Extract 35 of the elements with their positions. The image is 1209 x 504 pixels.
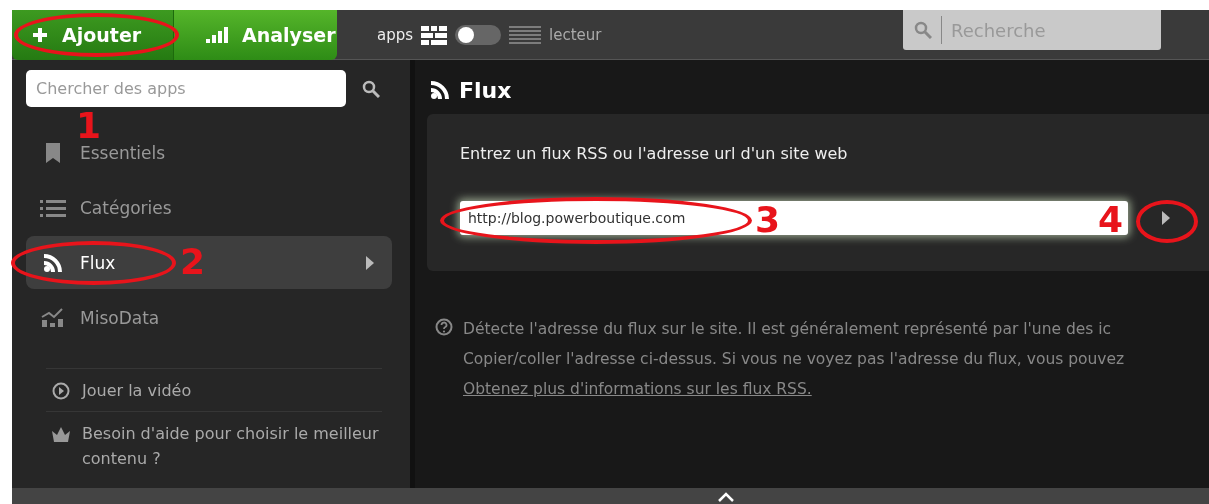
app-search-field[interactable]: Chercher des apps xyxy=(26,70,346,107)
view-switch[interactable] xyxy=(455,25,502,45)
chevron-up-icon xyxy=(717,492,734,502)
caret-right-icon xyxy=(366,255,374,270)
search-icon xyxy=(362,79,380,98)
add-button[interactable]: Ajouter xyxy=(12,10,173,60)
crown-icon xyxy=(52,425,70,442)
annotation-ellipse xyxy=(1136,200,1198,243)
help-text: Copier/coller l'adresse ci-dessus. Si vous ne voyez pas l'adresse du flux, vous pouvez xyxy=(463,349,1125,370)
video-link[interactable]: Jouer la vidéo xyxy=(82,378,192,403)
chart-icon xyxy=(40,308,66,327)
plus-icon xyxy=(32,27,48,43)
annotation-number: 2 xyxy=(180,244,206,280)
bar-chart-icon xyxy=(206,27,228,43)
rss-icon xyxy=(431,81,449,99)
question-circle-icon xyxy=(435,318,453,336)
help-link[interactable]: Besoin d'aide pour choisir le meilleur contenu ? xyxy=(82,421,392,471)
info-link[interactable]: Obtenez plus d'informations sur les flux RSS. xyxy=(463,380,812,398)
annotation-number: 4 xyxy=(1098,202,1124,238)
reader-label: lecteur xyxy=(549,26,602,44)
play-circle-icon xyxy=(52,382,70,400)
prompt-text: Entrez un flux RSS ou l'adresse url d'un site web xyxy=(460,144,849,163)
help-text: Détecte l'adresse du flux sur le site. Il est généralement représenté par l'une des ic xyxy=(463,319,1113,340)
page-title: Flux xyxy=(459,77,512,103)
analyze-button[interactable]: Analyser xyxy=(173,10,337,60)
annotation-number: 3 xyxy=(755,202,781,238)
sidebar-item[interactable]: MisoData xyxy=(26,291,392,344)
apps-label: apps xyxy=(377,26,414,44)
sidebar-item[interactable]: Catégories xyxy=(26,181,392,234)
caret-right-icon xyxy=(1162,211,1170,225)
list-icon xyxy=(40,198,66,217)
lines-icon xyxy=(509,26,542,44)
search-icon xyxy=(914,21,932,39)
grid-icon xyxy=(421,25,448,45)
annotation-number: 1 xyxy=(76,108,102,144)
